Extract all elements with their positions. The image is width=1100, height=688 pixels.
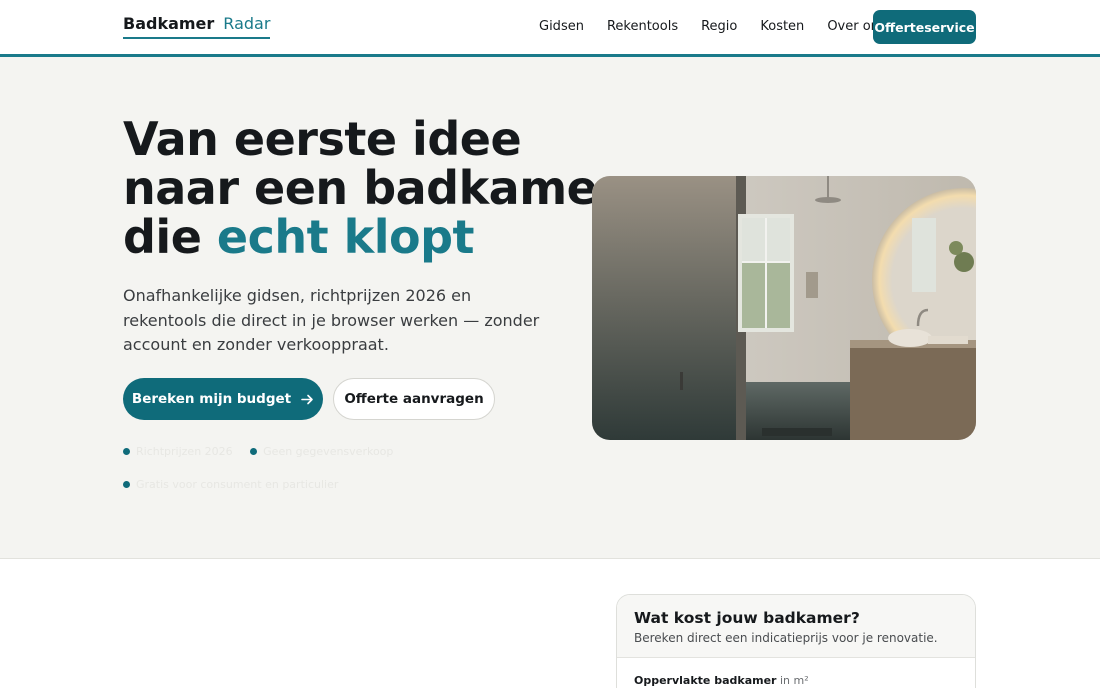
- calculator-section: Wat kost jouw badkamer? Bereken direct e…: [0, 559, 1100, 688]
- check-item-label: Gratis voor consument en particulier: [136, 478, 339, 491]
- bullet-dot-icon: [123, 481, 130, 488]
- check-item-label: Geen gegevensverkoop: [263, 445, 394, 458]
- calculator-title: Wat kost jouw badkamer?: [634, 609, 860, 627]
- calculate-budget-label: Bereken mijn budget: [131, 391, 292, 407]
- surface-area-label: Oppervlakte badkamer: [634, 674, 777, 687]
- budget-calculator-card: Wat kost jouw badkamer? Bereken direct e…: [616, 594, 976, 688]
- nav-item-rekentools[interactable]: Rekentools: [607, 19, 678, 34]
- hero-section: Van eerste idee naar een badkamer die ec…: [0, 57, 1100, 559]
- hero-title-line-3: die: [123, 210, 202, 264]
- calculator-header: Wat kost jouw badkamer? Bereken direct e…: [617, 595, 975, 658]
- check-item: Gratis voor consument en particulier: [123, 478, 338, 491]
- check-item: Geen gegevensverkoop: [250, 445, 393, 458]
- nav-item-regio[interactable]: Regio: [701, 19, 737, 34]
- calculate-budget-button[interactable]: Bereken mijn budget: [123, 378, 323, 420]
- bullet-dot-icon: [250, 448, 258, 455]
- hero-title-accent: echt klopt: [216, 210, 475, 264]
- site-header: Badkamer Radar Gidsen Rekentools Regio K…: [0, 0, 1100, 57]
- request-quote-button[interactable]: Offerte aanvragen: [333, 378, 495, 420]
- main-nav: Gidsen Rekentools Regio Kosten Over ons: [539, 19, 909, 34]
- bathroom-photo: [592, 176, 976, 440]
- arrow-right-icon: [301, 394, 313, 404]
- nav-item-kosten[interactable]: Kosten: [760, 19, 804, 34]
- check-item: Richtprijzen 2026: [123, 445, 233, 458]
- hero-title: Van eerste idee naar een badkamer die ec…: [123, 115, 620, 262]
- hero-title-line-2: naar een badkamer: [123, 161, 620, 215]
- logo-text-badkamer: Badkamer: [123, 14, 215, 33]
- check-item-label: Richtprijzen 2026: [136, 445, 233, 458]
- hero-title-line-1: Van eerste idee: [123, 112, 522, 166]
- offerteservice-button[interactable]: Offerteservice: [873, 10, 976, 44]
- calculator-subtitle: Bereken direct een indicatieprijs voor j…: [634, 631, 938, 645]
- surface-area-field[interactable]: Oppervlakte badkamer in m²: [617, 658, 975, 688]
- bathroom-illustration: [592, 176, 976, 440]
- surface-area-unit: in m²: [779, 674, 809, 687]
- logo[interactable]: Badkamer Radar: [123, 14, 271, 39]
- nav-item-gidsen[interactable]: Gidsen: [539, 19, 584, 34]
- bullet-dot-icon: [123, 448, 130, 455]
- hero-lead: Onafhankelijke gidsen, richtprijzen 2026…: [123, 286, 540, 354]
- logo-text-radar: Radar: [223, 14, 271, 33]
- hero-checklist: Richtprijzen 2026 Geen gegevensverkoop G…: [123, 445, 423, 511]
